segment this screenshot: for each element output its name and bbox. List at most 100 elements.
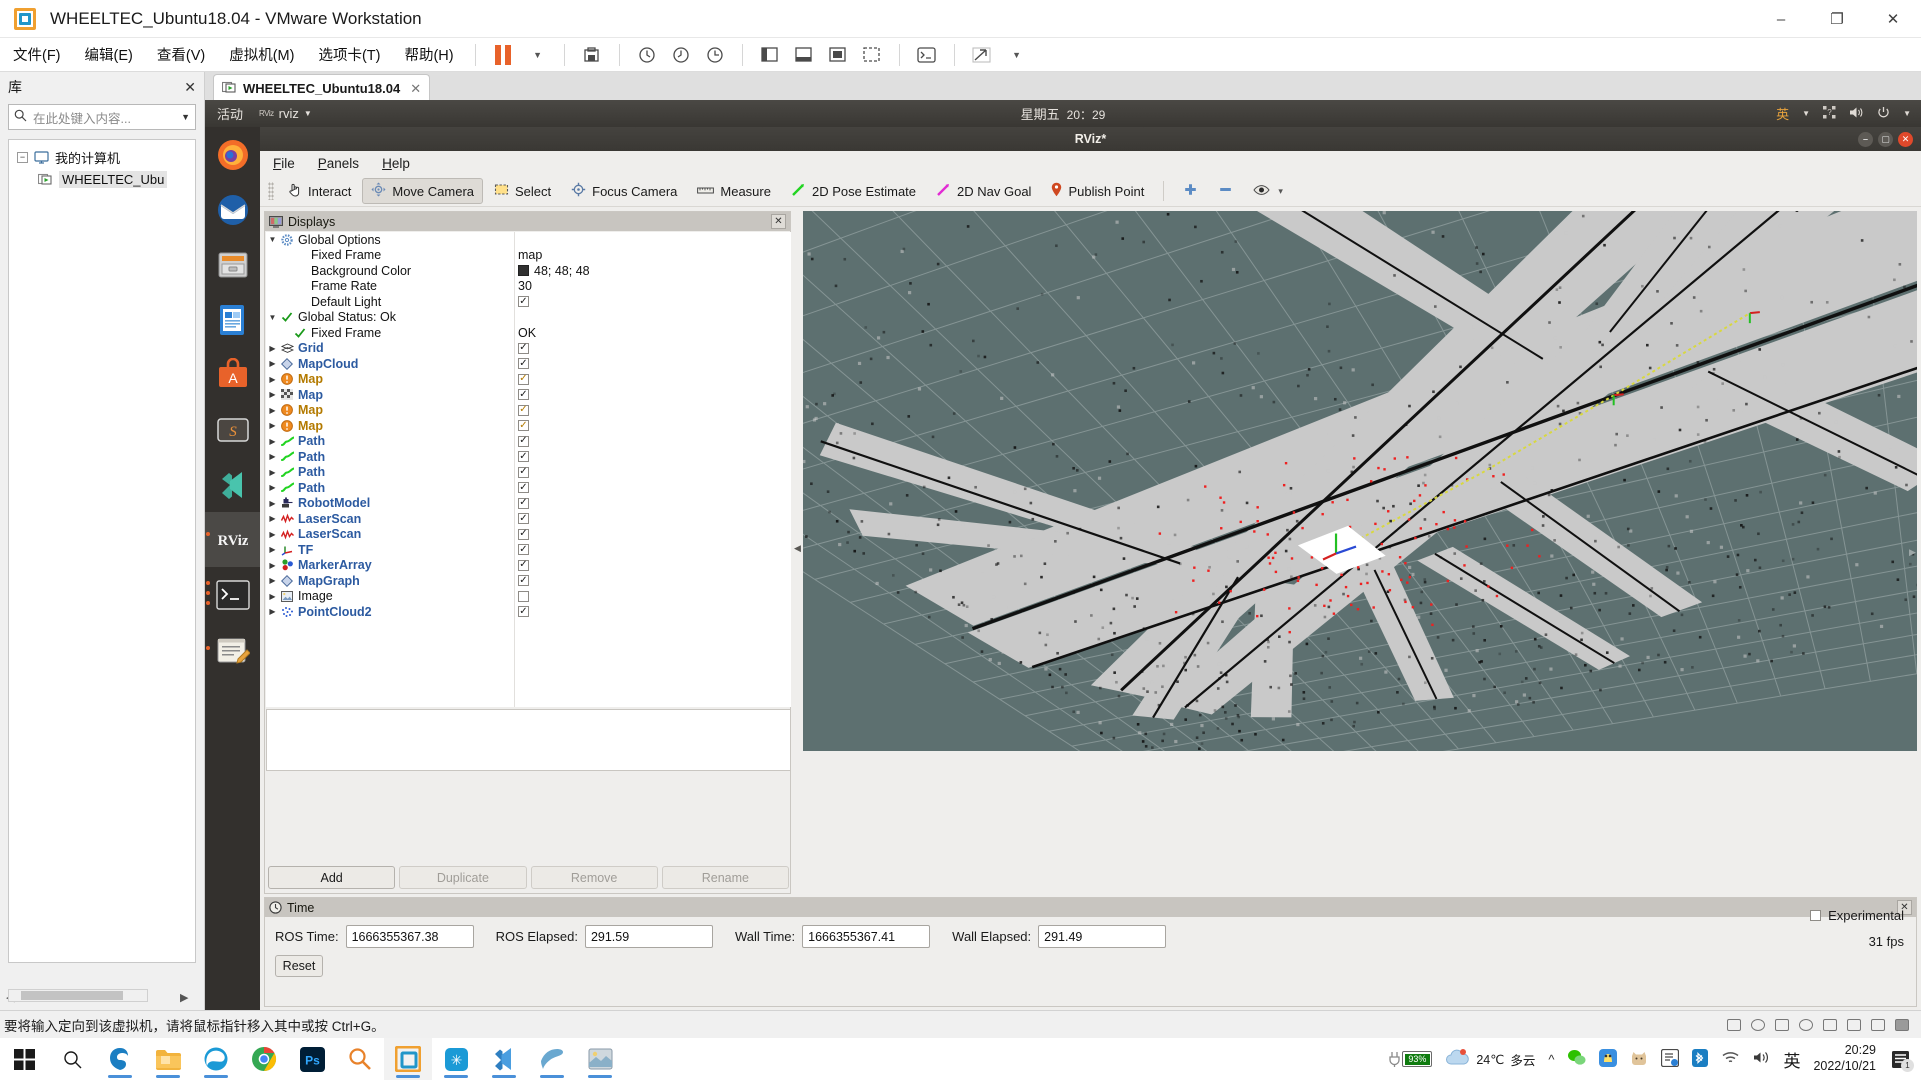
expander-expanded-icon[interactable]: ▼ (266, 313, 279, 322)
tray-app-icon[interactable] (1661, 1048, 1680, 1070)
volume-icon[interactable] (1849, 106, 1864, 122)
display-row-value[interactable]: ✓ (518, 404, 529, 416)
power-icon[interactable] (1877, 106, 1890, 122)
rviz-menu-panels[interactable]: Panels (318, 156, 359, 171)
notification-center-button[interactable]: 1 (1889, 1048, 1914, 1072)
menu-help[interactable]: 帮助(H) (393, 40, 464, 69)
send-key-icon[interactable] (965, 42, 999, 68)
fullscreen-icon[interactable] (821, 42, 855, 68)
display-enable-checkbox[interactable]: ✓ (518, 528, 529, 540)
display-row-fixed-frame-1[interactable]: Fixed Frame map (266, 248, 791, 264)
expander-collapsed-icon[interactable]: ▶ (266, 437, 279, 446)
display-enable-checkbox[interactable]: ✓ (518, 606, 529, 618)
experimental-checkbox[interactable] (1810, 910, 1822, 921)
display-row-value[interactable]: ✓ (518, 559, 529, 571)
vm-tab-wheeltec[interactable]: WHEELTEC_Ubuntu18.04 ✕ (213, 74, 431, 102)
taskbar-item-photoshop[interactable]: Ps (288, 1038, 336, 1080)
vm-status-cd-icon[interactable] (1799, 1018, 1813, 1031)
tool-2d-pose-estimate-button[interactable]: 2D Pose Estimate (782, 178, 925, 204)
rviz-3d-viewport[interactable]: ▶ (803, 211, 1917, 751)
tool-2d-nav-goal-button[interactable]: 2D Nav Goal (927, 178, 1040, 204)
search-button[interactable] (48, 1038, 96, 1080)
toolbar-grip-handle[interactable] (268, 182, 274, 200)
weather-widget[interactable]: 24℃ 多云 (1445, 1048, 1535, 1070)
remove-display-button[interactable]: Remove (530, 866, 658, 889)
expander-collapsed-icon[interactable]: ▶ (266, 452, 279, 461)
display-enable-checkbox[interactable]: ✓ (518, 389, 529, 401)
experimental-toggle[interactable]: Experimental (1810, 908, 1904, 923)
tool-publish-point-button[interactable]: Publish Point (1042, 178, 1153, 204)
chevron-down-icon[interactable]: ▼ (1903, 109, 1911, 118)
display-row-value[interactable]: ✓ (518, 606, 529, 618)
display-row-value[interactable]: ✓ (518, 342, 529, 354)
dock-item-file-manager[interactable] (205, 237, 260, 292)
expander-collapsed-icon[interactable]: ▶ (266, 545, 279, 554)
display-row-value[interactable]: ✓ (518, 544, 529, 556)
display-enable-checkbox[interactable]: ✓ (518, 497, 529, 509)
display-row-value[interactable]: ✓ (518, 513, 529, 525)
display-row-value[interactable]: ✓ (518, 420, 529, 432)
display-row-value[interactable]: ✓ (518, 373, 529, 385)
display-row-path-13[interactable]: ▶ Path ✓ (266, 434, 791, 450)
display-enable-checkbox[interactable]: ✓ (518, 435, 529, 447)
display-row-value[interactable]: ✓ (518, 497, 529, 509)
library-item-wheeltec-vm[interactable]: WHEELTEC_Ubu (13, 168, 191, 190)
expander-collapsed-icon[interactable]: ▶ (266, 576, 279, 585)
vm-status-printer-icon[interactable] (1871, 1018, 1885, 1031)
show-bottom-pane-icon[interactable] (787, 42, 821, 68)
expander-collapsed-icon[interactable]: ▶ (266, 607, 279, 616)
vm-status-sound-icon[interactable] (1847, 1018, 1861, 1031)
display-row-value[interactable] (518, 590, 529, 602)
vm-tab-close-icon[interactable]: ✕ (410, 81, 421, 97)
color-swatch[interactable] (518, 265, 529, 277)
menu-view[interactable]: 查看(V) (146, 40, 216, 69)
console-view-icon[interactable] (910, 42, 944, 68)
taskbar-item-vscode[interactable] (480, 1038, 528, 1080)
display-row-image-23[interactable]: ▶ Image (266, 589, 791, 605)
rviz-menu-file[interactable]: File (273, 156, 295, 171)
expander-collapsed-icon[interactable]: ▶ (266, 344, 279, 353)
expander-collapsed-icon[interactable]: ▶ (266, 406, 279, 415)
minimize-button[interactable]: – (1753, 0, 1809, 38)
taskbar-item-snipaste[interactable]: ✳ (432, 1038, 480, 1080)
suspend-dropdown[interactable]: ▼ (520, 42, 554, 68)
tray-ime-icon[interactable]: 英 (1783, 1047, 1800, 1072)
tray-qq-icon[interactable] (1599, 1048, 1618, 1070)
display-row-frame-rate-3[interactable]: Frame Rate 30 (266, 279, 791, 295)
tray-chevron-up-icon[interactable]: ^ (1548, 1052, 1554, 1067)
taskbar-item-file-explorer[interactable] (144, 1038, 192, 1080)
expander-collapsed-icon[interactable]: ▶ (266, 530, 279, 539)
vm-status-message-icon[interactable] (1895, 1018, 1909, 1031)
unity-mode-icon[interactable] (855, 42, 889, 68)
chevron-down-icon[interactable]: ▾ (1278, 186, 1283, 197)
taskbar-clock[interactable]: 20:29 2022/10/21 (1813, 1043, 1876, 1074)
rename-display-button[interactable]: Rename (661, 866, 789, 889)
display-enable-checkbox[interactable]: ✓ (518, 559, 529, 571)
display-row-mapcloud-8[interactable]: ▶ MapCloud ✓ (266, 356, 791, 372)
display-enable-checkbox[interactable]: ✓ (518, 451, 529, 463)
tray-wechat-icon[interactable] (1567, 1049, 1586, 1069)
taskbar-item-edge[interactable] (192, 1038, 240, 1080)
display-row-robotmodel-17[interactable]: ▶ RobotModel ✓ (266, 496, 791, 512)
wall-time-input[interactable]: 1666355367.41 (802, 925, 931, 948)
add-tool-button[interactable] (1174, 178, 1207, 204)
ros-time-input[interactable]: 1666355367.38 (345, 925, 474, 948)
display-row-map-10[interactable]: ▶ Map ✓ (266, 387, 791, 403)
display-enable-checkbox[interactable]: ✓ (518, 544, 529, 556)
rviz-minimize-button[interactable]: – (1858, 131, 1873, 147)
tray-volume-icon[interactable] (1753, 1050, 1770, 1068)
tray-wifi-icon[interactable] (1721, 1050, 1740, 1068)
tool-interact-button[interactable]: Interact (278, 178, 360, 204)
display-enable-checkbox[interactable]: ✓ (518, 513, 529, 525)
viewport-splitter-handle[interactable]: ▶ (1909, 541, 1916, 563)
dock-item-libreoffice-writer[interactable] (205, 292, 260, 347)
rviz-maximize-button[interactable]: ▢ (1878, 131, 1893, 147)
display-row-path-16[interactable]: ▶ Path ✓ (266, 480, 791, 496)
display-row-global-options-0[interactable]: ▼ Global Options (266, 232, 791, 248)
expander-icon[interactable]: − (17, 151, 28, 163)
display-row-path-14[interactable]: ▶ Path ✓ (266, 449, 791, 465)
display-enable-checkbox[interactable] (518, 590, 529, 602)
ubuntu-clock[interactable]: 星期五 20：29 (1021, 104, 1106, 123)
display-row-value[interactable]: ✓ (518, 482, 529, 494)
display-row-map-9[interactable]: ▶ Map ✓ (266, 372, 791, 388)
